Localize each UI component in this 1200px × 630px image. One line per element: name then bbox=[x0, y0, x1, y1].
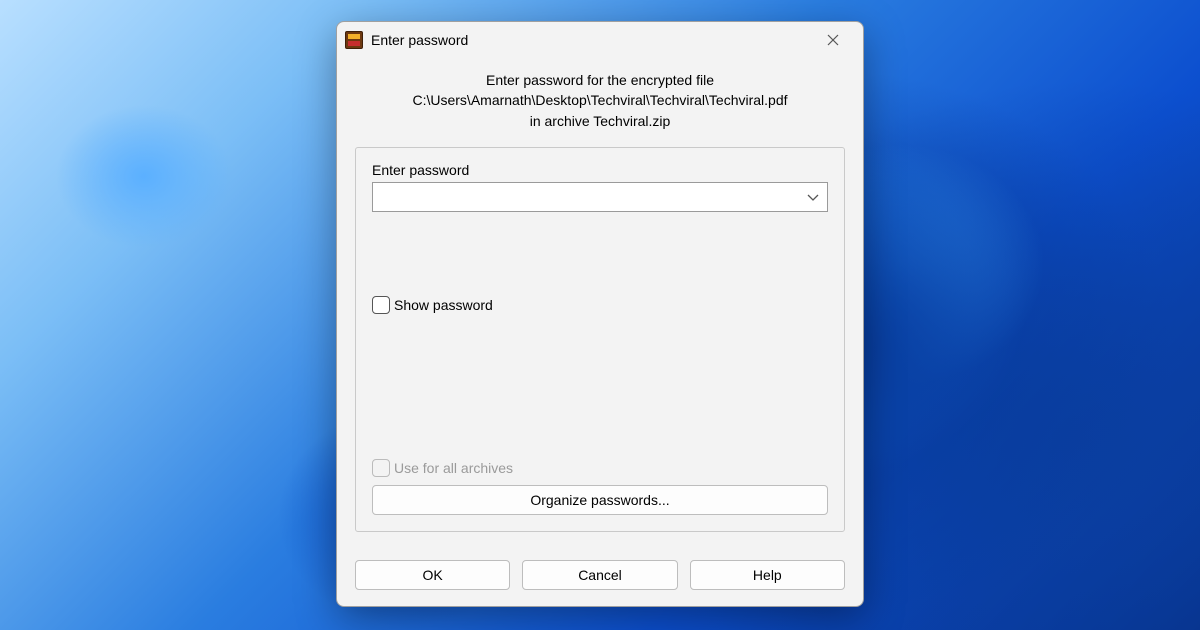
password-group: Enter password Show password Use for all… bbox=[355, 147, 845, 532]
organize-passwords-button[interactable]: Organize passwords... bbox=[372, 485, 828, 515]
show-password-checkbox[interactable] bbox=[372, 296, 390, 314]
password-label: Enter password bbox=[372, 162, 828, 178]
prompt-line2: C:\Users\Amarnath\Desktop\Techviral\Tech… bbox=[365, 90, 835, 110]
use-for-all-row: Use for all archives bbox=[372, 459, 828, 477]
help-button[interactable]: Help bbox=[690, 560, 845, 590]
show-password-label: Show password bbox=[394, 297, 493, 313]
titlebar[interactable]: Enter password bbox=[337, 22, 863, 58]
chevron-down-icon[interactable] bbox=[807, 189, 819, 205]
prompt-line1: Enter password for the encrypted file bbox=[365, 70, 835, 90]
show-password-row[interactable]: Show password bbox=[372, 296, 828, 314]
window-title: Enter password bbox=[371, 32, 468, 48]
dialog-button-row: OK Cancel Help bbox=[337, 546, 863, 606]
use-for-all-checkbox bbox=[372, 459, 390, 477]
desktop-wallpaper: Enter password Enter password for the en… bbox=[0, 0, 1200, 630]
use-for-all-label: Use for all archives bbox=[394, 460, 513, 476]
password-dialog: Enter password Enter password for the en… bbox=[336, 21, 864, 607]
close-button[interactable] bbox=[813, 26, 853, 54]
winrar-icon bbox=[345, 31, 363, 49]
password-combobox[interactable] bbox=[372, 182, 828, 212]
prompt-line3: in archive Techviral.zip bbox=[365, 111, 835, 131]
cancel-button[interactable]: Cancel bbox=[522, 560, 677, 590]
close-icon bbox=[827, 34, 839, 46]
password-input[interactable] bbox=[379, 183, 799, 211]
ok-button[interactable]: OK bbox=[355, 560, 510, 590]
prompt-text: Enter password for the encrypted file C:… bbox=[355, 66, 845, 147]
